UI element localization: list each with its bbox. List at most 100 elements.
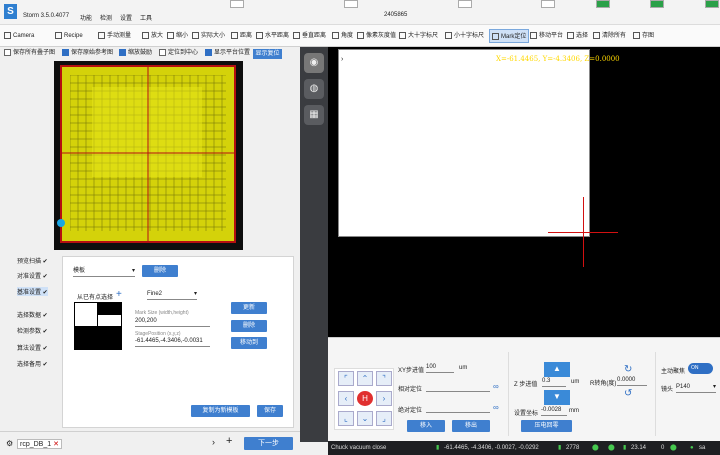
tool-pixel-gray[interactable]: 像素灰度值 [357,29,396,43]
jog-left-button[interactable]: ‹ [338,391,354,406]
wafer-map[interactable] [54,61,243,250]
rotate-cw-icon[interactable]: ↻ [624,364,632,375]
next-step-button[interactable]: 下一步 [244,437,293,450]
close-icon[interactable]: ✕ [53,441,59,448]
rotate-ccw-icon[interactable]: ↺ [624,388,632,399]
tool-select[interactable]: 选择 [567,29,588,43]
step-inspect-params[interactable]: 检测参数 ✔ [17,326,48,335]
step-algorithm[interactable]: 算法设置 ✔ [17,343,48,352]
z-down-button[interactable]: ▼ [544,390,570,405]
step-align-settings[interactable]: 对准设置 ✔ [17,271,48,280]
wafer-grid[interactable] [60,65,236,243]
tool-horizontal-distance[interactable]: 水平距离 [256,29,289,43]
option-save-all[interactable]: 保存所有叠子图 [4,49,55,58]
lens-label: 镜头 [661,387,674,393]
step-preview-scan[interactable]: 预览扫描 ✔ [17,256,48,265]
tool-mark-locate[interactable]: Mark定位 [489,29,530,43]
update-button[interactable]: 更新 [231,302,267,314]
jog-right-button[interactable]: › [376,391,392,406]
move-in-button[interactable]: 移入 [407,420,445,432]
copy-as-new-template-button[interactable]: 复制为新模板 [191,405,250,417]
link-icon[interactable]: ∞ [493,382,499,391]
mark-size-input[interactable]: 200,200 [135,317,210,327]
recipe-tab[interactable]: Recipe [55,29,83,43]
z-up-button[interactable]: ▲ [544,362,570,377]
option-show-stage[interactable]: 显示平台位置 [205,49,250,58]
r-rotate-input[interactable]: 0.0000 [617,376,647,386]
delete-mark-button[interactable]: 删除 [231,320,267,332]
option-scale[interactable]: 缩放鼓励 [119,49,152,58]
tool-angle[interactable]: 角度 [332,29,353,43]
lens-combo[interactable]: P140 ▾ [676,382,716,393]
menu-item-tools[interactable]: 工具 [140,13,152,22]
z-step-input[interactable]: 0.3 [542,377,566,387]
step-select-backup[interactable]: 选择备用 ✔ [17,359,48,368]
taskbar-app-icon [650,0,664,8]
move-to-button[interactable]: 移动到 [231,337,267,349]
step-baseline-settings[interactable]: 基准设置 ✔ [17,287,48,296]
menu-item-inspect[interactable]: 检测 [100,13,112,22]
fine-combo[interactable]: Fine2 ▾ [147,289,197,300]
relative-position-label: 相对定位 [398,387,423,393]
option-save-reference[interactable]: 保存原始参考图 [62,49,113,58]
camera-image[interactable]: › [338,49,590,237]
status-message: Chuck vacuum close [331,445,387,451]
map-view-icon[interactable]: ▦ [304,105,324,125]
stage-position-readout: -61.4465, -4.3406, -0.0027, -0.0292 [444,445,539,451]
jog-down-right-button[interactable]: ⌟ [376,411,392,426]
jog-down-button[interactable]: ⌄ [357,411,373,426]
tool-save-image[interactable]: 存图 [633,29,654,43]
menu-item-function[interactable]: 功能 [80,13,92,22]
add-tab-icon[interactable]: + [226,435,232,447]
chevron-right-icon[interactable]: › [212,437,215,447]
delete-template-button[interactable]: 删除 [142,265,178,277]
taskbar-file-icon [458,0,472,8]
vertical-distance-icon [293,31,300,39]
option-center[interactable]: 定位到中心 [159,49,198,58]
expand-panel-icon[interactable]: › [341,56,343,63]
jog-down-left-button[interactable]: ⌞ [338,411,354,426]
add-icon[interactable]: + [116,289,122,300]
jog-up-button[interactable]: ⌃ [357,371,373,386]
jog-up-left-button[interactable]: ⌜ [338,371,354,386]
jog-up-right-button[interactable]: ⌝ [376,371,392,386]
settings-icon[interactable]: ⚙ [6,439,13,448]
tool-vertical-distance[interactable]: 垂直距离 [293,29,326,43]
xy-step-input[interactable]: 100 [426,363,454,373]
tool-zoom-out[interactable]: 缩小 [167,29,188,43]
step-select-data[interactable]: 选择数据 ✔ [17,310,48,319]
palette-icon[interactable]: ◍ [304,79,324,99]
setting-coordinate-input[interactable]: -0.0028 [541,406,567,416]
link-icon[interactable]: ∞ [493,403,499,412]
tool-clear-all[interactable]: 清除所有 [593,29,626,43]
menu-item-settings[interactable]: 设置 [120,13,132,22]
template-combo[interactable]: 模板 ▾ [73,266,135,277]
z-step-unit: um [571,379,580,385]
camera-tab[interactable]: Camera [4,29,34,43]
autofocus-toggle[interactable]: ON [688,363,713,374]
stage-position-input[interactable]: -61.4465,-4.3406,-0.0031 [135,337,210,347]
tool-actual-size[interactable]: 实际大小 [192,29,225,43]
camera-view-icon[interactable]: ◉ [304,53,324,73]
select-from-existing-label: 从已有点选择 [77,295,114,301]
camera-view[interactable]: › X=-61.4465, Y=-4.3406, Z=0.0000 [328,47,720,337]
tool-small-cross[interactable]: 小十字标尺 [445,29,484,43]
tool-zoom-in[interactable]: 放大 [142,29,163,43]
tool-manual-measure[interactable]: 手动测量 [98,29,131,43]
show-position-button[interactable]: 显示复位 [253,49,282,59]
relative-position-input[interactable] [426,382,490,392]
light-icon: ⬤ [608,445,615,451]
home-button[interactable]: H [357,391,373,406]
r-rotate-label: R转角(度) [590,381,617,387]
checkbox-icon [4,49,11,56]
save-button[interactable]: 保存 [257,405,283,417]
absolute-position-input[interactable] [426,403,490,413]
tool-move-stage[interactable]: 移动平台 [530,29,563,43]
recipe-tab[interactable]: rcp_DB_1 ✕ [17,439,62,449]
lift-home-button[interactable]: 压电回零 [521,420,572,432]
counter-value: 2778 [566,445,580,451]
tool-big-cross[interactable]: 大十字标尺 [399,29,438,43]
taskbar-app-icon [705,0,719,8]
tool-distance[interactable]: 距离 [231,29,252,43]
move-out-button[interactable]: 移出 [452,420,490,432]
